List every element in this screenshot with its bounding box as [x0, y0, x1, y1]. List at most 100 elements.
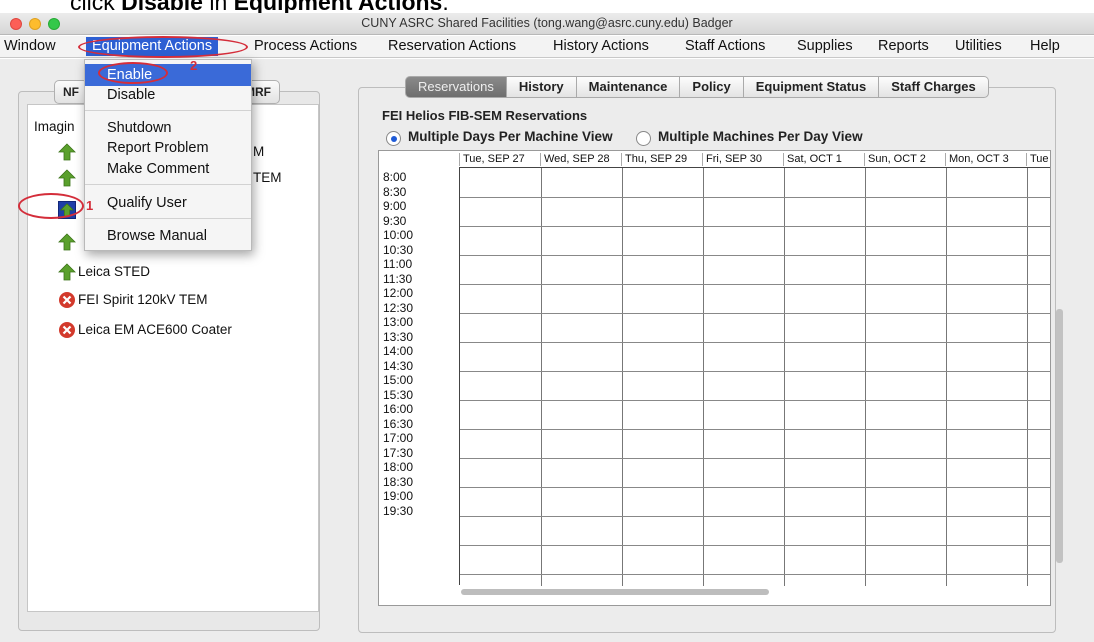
menu-staff-actions[interactable]: Staff Actions	[685, 38, 765, 54]
menu-item-browse-manual[interactable]: Browse Manual	[107, 228, 207, 244]
menu-item-report-problem[interactable]: Report Problem	[107, 140, 209, 156]
time-label: 17:00	[383, 431, 414, 445]
tree-partial-label: TEM	[253, 170, 282, 185]
menu-item-shutdown[interactable]: Shutdown	[107, 120, 172, 136]
day-header-separator	[783, 153, 784, 166]
day-header-separator	[864, 153, 865, 166]
grid-row-line	[460, 545, 1050, 546]
time-label: 12:00	[383, 286, 414, 300]
grid-row-line	[460, 313, 1050, 314]
grid-row-line	[460, 371, 1050, 372]
time-label: 18:30	[383, 474, 414, 489]
time-label: 18:00	[383, 460, 414, 474]
tree-item-leica-em-coater[interactable]: Leica EM ACE600 Coater	[78, 321, 232, 339]
annotation-number-1: 1	[86, 198, 94, 213]
tab-nf[interactable]: NF	[54, 80, 88, 104]
up-arrow-icon	[58, 263, 76, 281]
menu-item-qualify-user[interactable]: Qualify User	[107, 195, 187, 211]
time-label: 13:00	[383, 315, 414, 329]
time-label: 16:30	[383, 416, 414, 431]
grid-row-line	[460, 487, 1050, 488]
menu-separator	[85, 184, 251, 185]
equipment-actions-menu: Enable Disable Shutdown Report Problem M…	[84, 59, 252, 251]
time-label: 10:00	[383, 228, 414, 242]
menu-window[interactable]: Window	[4, 38, 56, 54]
window-title: CUNY ASRC Shared Facilities (tong.wang@a…	[361, 16, 733, 30]
day-header-separator	[945, 153, 946, 166]
time-label: 15:00	[383, 373, 414, 387]
time-label: 9:00	[383, 199, 407, 213]
time-label: 16:00	[383, 402, 414, 416]
tab-staff-charges[interactable]: Staff Charges	[879, 76, 989, 98]
menu-item-disable[interactable]: Disable	[107, 87, 155, 103]
grid-column-line	[865, 168, 866, 586]
grid-column-line	[784, 168, 785, 586]
grid-column-line	[541, 168, 542, 586]
time-label: 17:30	[383, 445, 414, 460]
day-header-separator	[621, 153, 622, 166]
grid-row-line	[460, 429, 1050, 430]
up-arrow-icon	[58, 143, 76, 161]
reservations-title: FEI Helios FIB-SEM Reservations	[382, 108, 588, 123]
time-label: 13:30	[383, 329, 414, 344]
horizontal-scrollbar[interactable]	[461, 589, 769, 595]
radio-multiple-days-label[interactable]: Multiple Days Per Machine View	[408, 129, 613, 144]
error-x-icon	[58, 321, 76, 339]
day-header-separator	[459, 153, 460, 166]
day-header: Thu, SEP 29	[625, 153, 688, 165]
time-label: 8:30	[383, 184, 407, 199]
day-header-separator	[1026, 153, 1027, 166]
menu-history-actions[interactable]: History Actions	[553, 38, 649, 54]
time-label: 14:30	[383, 358, 414, 373]
menu-reports[interactable]: Reports	[878, 38, 929, 54]
menu-help[interactable]: Help	[1030, 38, 1060, 54]
day-header-separator	[540, 153, 541, 166]
annotation-number-2: 2	[190, 58, 198, 73]
tab-policy[interactable]: Policy	[680, 76, 744, 98]
menu-reservation-actions[interactable]: Reservation Actions	[388, 38, 516, 54]
window-titlebar: CUNY ASRC Shared Facilities (tong.wang@a…	[0, 13, 1094, 35]
menu-utilities[interactable]: Utilities	[955, 38, 1002, 54]
menu-process-actions[interactable]: Process Actions	[254, 38, 357, 54]
day-header: Sun, OCT 2	[868, 153, 926, 165]
grid-column-line	[622, 168, 623, 586]
tree-group-imaging[interactable]: Imagin	[34, 119, 75, 134]
grid-row-line	[460, 516, 1050, 517]
radio-multiple-days[interactable]	[386, 131, 401, 146]
error-x-icon	[58, 291, 76, 309]
menu-supplies[interactable]: Supplies	[797, 38, 853, 54]
tab-history[interactable]: History	[506, 76, 577, 98]
day-header: Wed, SEP 28	[544, 153, 610, 165]
menu-item-make-comment[interactable]: Make Comment	[107, 161, 209, 177]
tab-maintenance[interactable]: Maintenance	[576, 76, 681, 98]
time-label: 19:30	[383, 503, 414, 518]
grid-row-line	[460, 255, 1050, 256]
grid-cells[interactable]	[459, 167, 1050, 586]
time-label: 9:30	[383, 213, 407, 228]
grid-row-line	[460, 400, 1050, 401]
grid-column-line	[703, 168, 704, 586]
menu-separator	[85, 218, 251, 219]
grid-row-line	[460, 574, 1050, 575]
grid-row-line	[460, 197, 1050, 198]
tree-item-leica-sted[interactable]: Leica STED	[78, 263, 150, 281]
vertical-scrollbar[interactable]	[1056, 309, 1063, 563]
menu-separator	[85, 110, 251, 111]
day-header: Fri, SEP 30	[706, 153, 763, 165]
time-label: 11:30	[383, 271, 413, 286]
day-header-separator	[702, 153, 703, 166]
up-arrow-icon	[58, 233, 76, 251]
tree-item-fei-spirit[interactable]: FEI Spirit 120kV TEM	[78, 291, 208, 309]
time-label: 19:00	[383, 489, 414, 503]
grid-column-line	[946, 168, 947, 586]
radio-multiple-machines-label[interactable]: Multiple Machines Per Day View	[658, 129, 863, 144]
tab-reservations[interactable]: Reservations	[405, 76, 507, 98]
tab-equipment-status[interactable]: Equipment Status	[743, 76, 880, 98]
radio-multiple-machines[interactable]	[636, 131, 651, 146]
tree-partial-label: M	[253, 144, 265, 159]
time-label: 14:00	[383, 344, 414, 358]
grid-row-line	[460, 458, 1050, 459]
tab-bar: Reservations History Maintenance Policy …	[405, 76, 989, 98]
annotation-ellipse-enable	[98, 62, 168, 84]
grid-row-line	[460, 284, 1050, 285]
